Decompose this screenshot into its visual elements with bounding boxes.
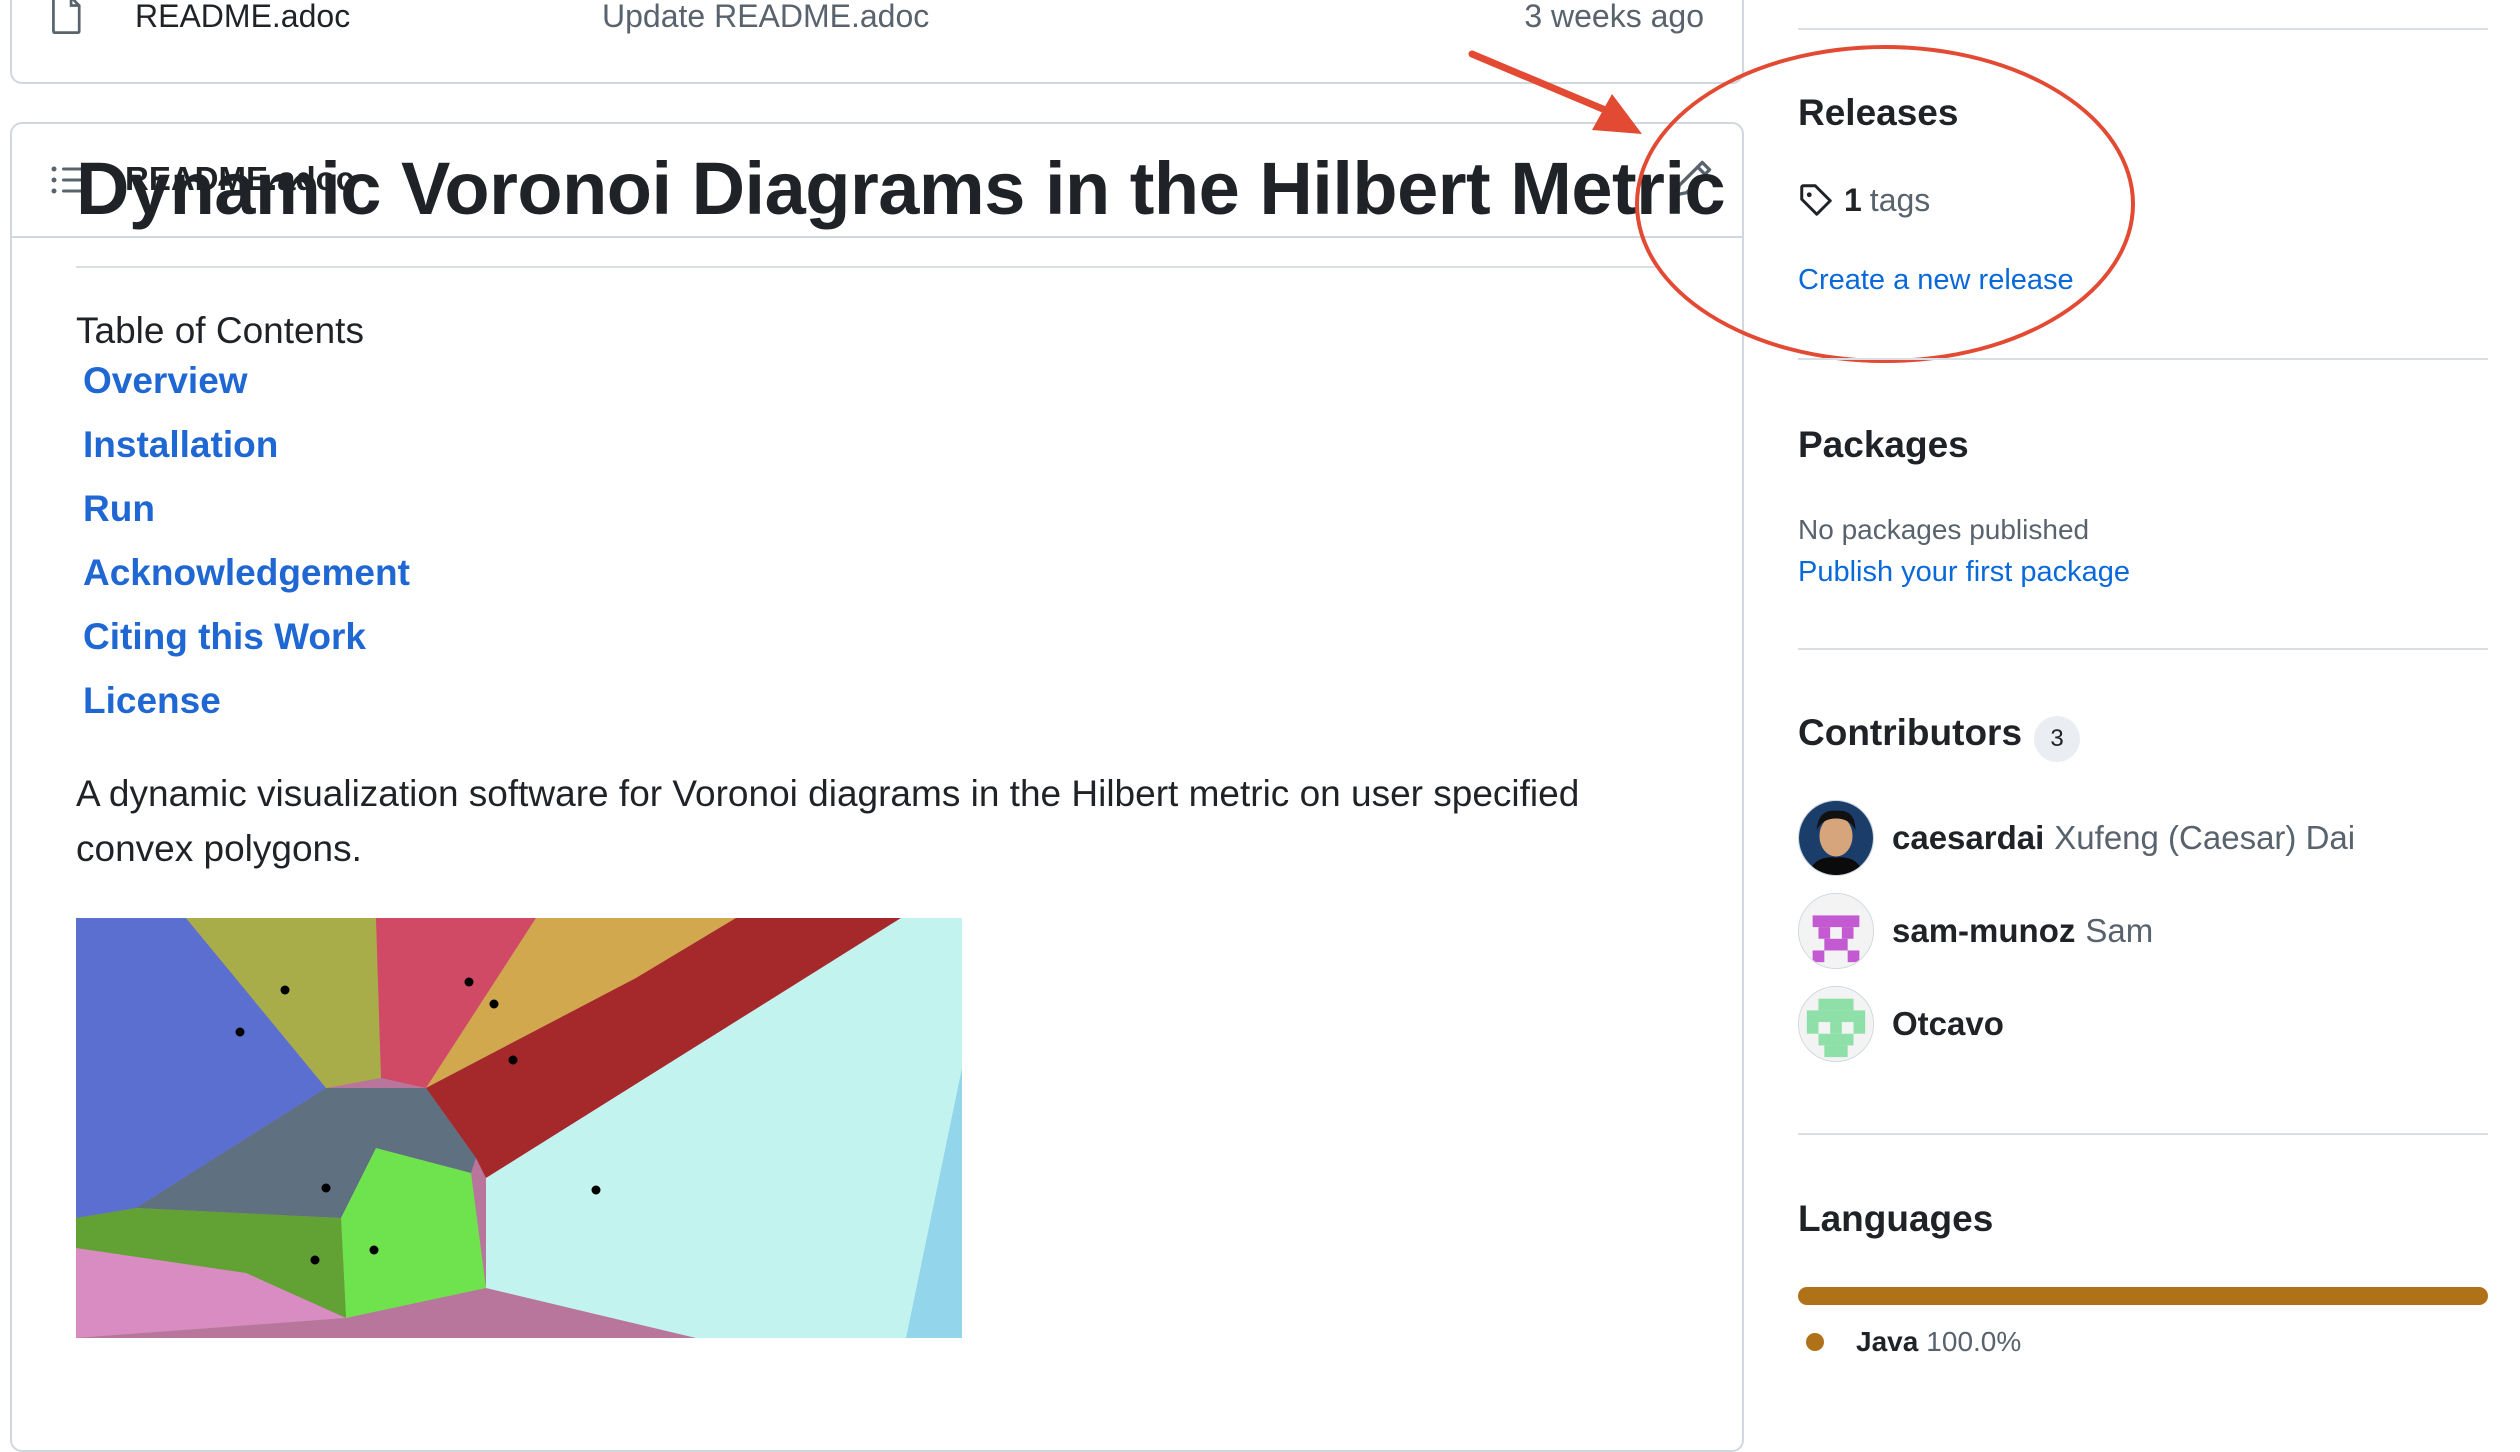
toc-title: Table of Contents [76, 310, 364, 351]
list-item: Run [83, 488, 410, 552]
file-icon [52, 0, 81, 34]
contributor-login: sam-munoz [1892, 912, 2076, 949]
releases-heading[interactable]: Releases [1798, 92, 1958, 134]
sidebar-divider [1798, 1133, 2488, 1135]
list-item: Citing this Work [83, 616, 410, 680]
tags-link[interactable]: 1 tags [1798, 178, 1930, 222]
avatar [1798, 893, 1874, 969]
commit-message-link[interactable]: Update README.adoc [602, 0, 929, 35]
contributor-row[interactable]: caesardai Xufeng (Caesar) Dai [1798, 798, 2355, 878]
list-item: Installation [83, 424, 410, 488]
voronoi-diagram-image [76, 918, 962, 1338]
document-title: Dynamic Voronoi Diagrams in the Hilbert … [76, 147, 1726, 230]
sidebar-divider [1798, 28, 2488, 30]
toc-link-run[interactable]: Run [83, 488, 155, 529]
packages-heading[interactable]: Packages [1798, 424, 1969, 466]
annotation-arrow [1468, 50, 1642, 134]
language-percent: 100.0% [1926, 1326, 2022, 1357]
language-item[interactable]: Java 100.0% [1806, 1326, 2021, 1358]
sidebar-divider [1798, 648, 2488, 650]
contributor-name: Sam [2085, 912, 2154, 949]
toc-link-acknowledgement[interactable]: Acknowledgement [83, 552, 410, 593]
toc-link-license[interactable]: License [83, 680, 221, 721]
toc-link-citing[interactable]: Citing this Work [83, 616, 366, 657]
create-release-link[interactable]: Create a new release [1798, 264, 2074, 297]
commit-age: 3 weeks ago [1524, 0, 1704, 34]
toc-link-installation[interactable]: Installation [83, 424, 278, 465]
contributor-login: caesardai [1892, 819, 2045, 856]
toc-link-overview[interactable]: Overview [83, 360, 248, 401]
publish-package-link[interactable]: Publish your first package [1798, 556, 2130, 589]
contributors-count-badge: 3 [2034, 716, 2080, 762]
list-item: License [83, 680, 410, 744]
toc-list: Overview Installation Run Acknowledgemen… [83, 360, 410, 744]
language-color-dot [1806, 1333, 1824, 1351]
title-divider [76, 266, 1656, 268]
avatar [1798, 986, 1874, 1062]
contributor-row[interactable]: sam-munoz Sam [1798, 891, 2153, 971]
list-item: Acknowledgement [83, 552, 410, 616]
languages-heading: Languages [1798, 1198, 1994, 1239]
file-name-link[interactable]: README.adoc [135, 0, 350, 35]
readme-description: A dynamic visualization software for Vor… [76, 773, 1580, 869]
tag-label: tags [1869, 181, 1931, 218]
packages-status: No packages published [1798, 514, 2090, 545]
language-name: Java [1856, 1326, 1919, 1357]
contributor-name: Xufeng (Caesar) Dai [2054, 819, 2356, 856]
contributor-login: Otcavo [1892, 1005, 2004, 1042]
list-item: Overview [83, 360, 410, 424]
sidebar-divider [1798, 358, 2488, 360]
tag-count: 1 [1844, 181, 1862, 218]
contributors-heading[interactable]: Contributors [1798, 712, 2022, 754]
avatar [1798, 800, 1874, 876]
language-bar [1798, 1287, 2488, 1305]
contributor-row[interactable]: Otcavo [1798, 984, 2014, 1064]
tag-icon [1800, 184, 1832, 216]
